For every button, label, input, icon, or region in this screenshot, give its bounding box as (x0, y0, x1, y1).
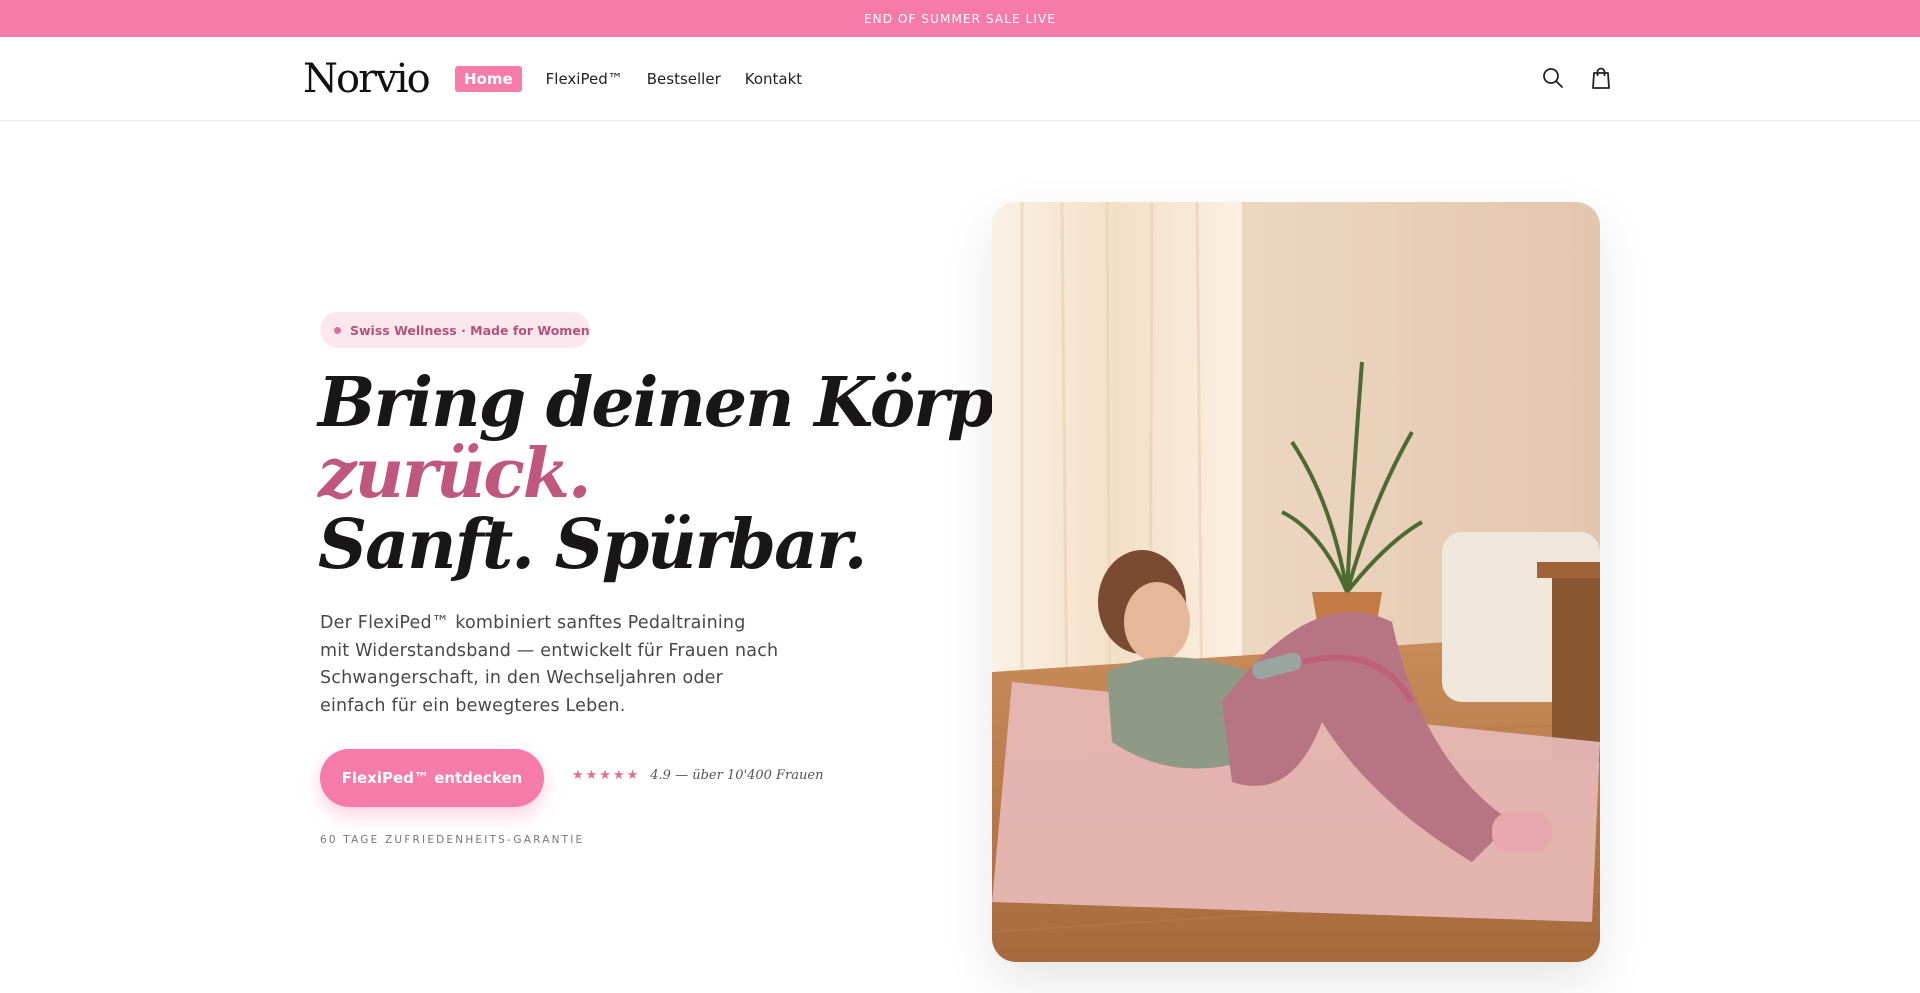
badge-text: Swiss Wellness · Made for Women (350, 322, 590, 338)
logo[interactable]: Norvio (303, 57, 431, 101)
announcement-text: END OF SUMMER SALE LIVE (863, 11, 1057, 26)
site-header: Norvio Home FlexiPed™ Bestseller Kontakt (0, 37, 1920, 121)
header-actions (1540, 65, 1614, 91)
star-rating-icon: ★★★★★ (572, 768, 641, 783)
hero-badge: Swiss Wellness · Made for Women (320, 312, 590, 348)
hero-image (992, 202, 1600, 962)
headline-line-2: zurück. (318, 434, 592, 514)
headline-line-3: Sanft. Spürbar. (318, 505, 867, 585)
nav-item-bestseller[interactable]: Bestseller (647, 69, 721, 89)
headline-line-1: Bring deinen Körper (318, 363, 1070, 443)
rating: ★★★★★ 4.9 — über 10'400 Frauen (572, 768, 823, 783)
hero-description: Der FlexiPed™ kombiniert sanftes Pedaltr… (320, 613, 779, 716)
nav-item-home[interactable]: Home (455, 66, 522, 92)
nav-item-kontakt[interactable]: Kontakt (745, 69, 802, 89)
badge-dot (334, 326, 341, 334)
discover-flexiped-button[interactable]: FlexiPed™ entdecken (320, 749, 544, 807)
search-icon[interactable] (1540, 65, 1566, 91)
nav-item-flexiped[interactable]: FlexiPed™ (546, 69, 623, 89)
main-nav: Home FlexiPed™ Bestseller Kontakt (455, 66, 802, 92)
announcement-bar: END OF SUMMER SALE LIVE (0, 0, 1920, 37)
guarantee-text: 60 TAGE ZUFRIEDENHEITS-GARANTIE (320, 834, 585, 846)
rating-text: 4.9 — über 10'400 Frauen (650, 768, 824, 783)
cart-icon[interactable] (1588, 65, 1614, 91)
hero-headline: Bring deinen Körper zurück. Sanft. Spürb… (318, 363, 1070, 585)
